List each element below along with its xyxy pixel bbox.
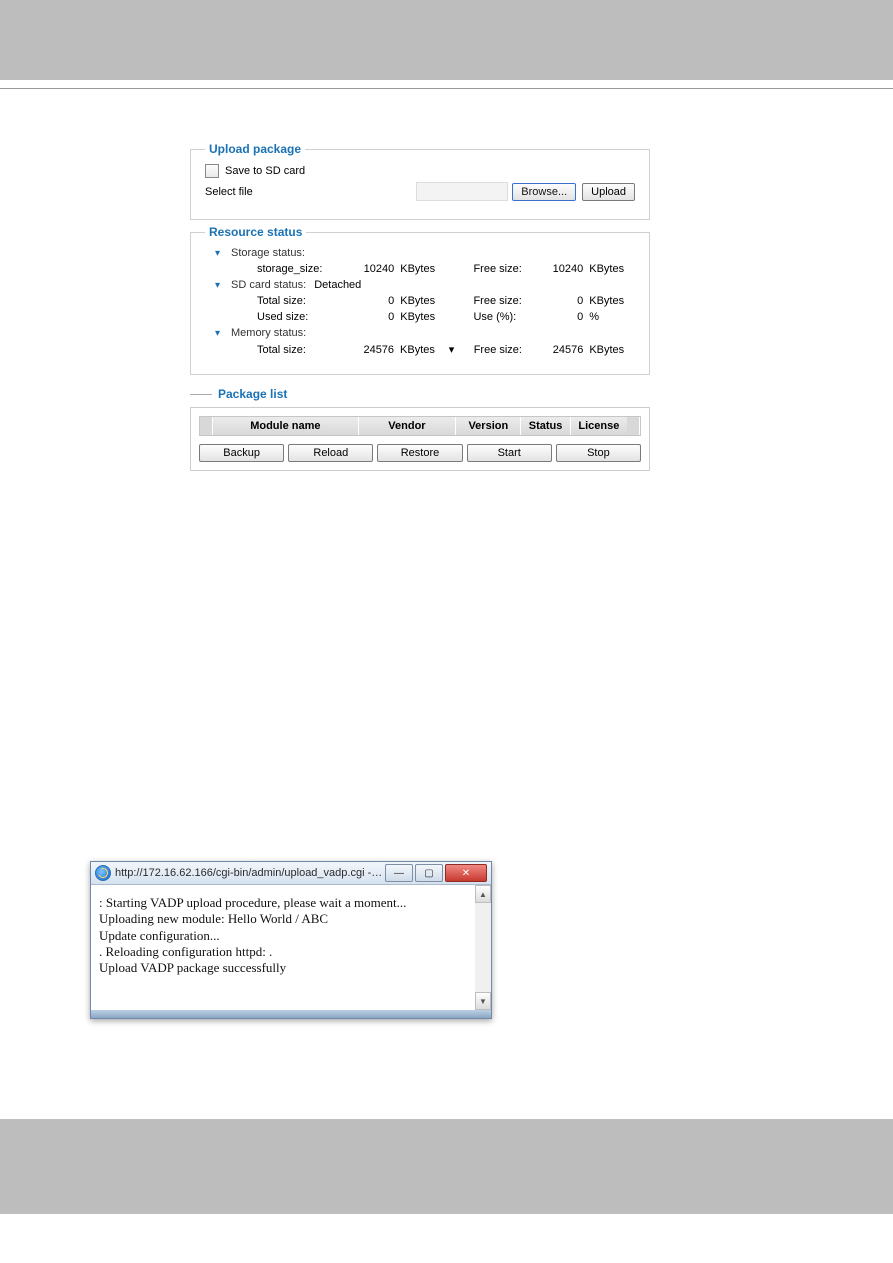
chevron-down-icon: ▾ <box>215 280 227 291</box>
divider <box>0 88 893 89</box>
package-buttons-row: Backup Reload Restore Start Stop <box>199 444 641 462</box>
reload-button[interactable]: Reload <box>288 444 373 462</box>
package-list-legend-row: Package list <box>190 387 650 401</box>
start-button[interactable]: Start <box>467 444 552 462</box>
popup-scrollbar[interactable]: ▲ ▼ <box>475 885 491 1010</box>
memory-status-header[interactable]: ▾ Memory status: <box>205 327 635 339</box>
storage-free-unit: KBytes <box>583 263 635 275</box>
resource-status-fieldset: Resource status ▾ Storage status: storag… <box>190 232 650 375</box>
ie-icon <box>95 865 111 881</box>
storage-size-unit: KBytes <box>394 263 446 275</box>
sd-status-value: Detached <box>314 279 361 291</box>
main-panel: Upload package Save to SD card Select fi… <box>190 149 650 471</box>
chevron-down-icon: ▾ <box>215 248 227 259</box>
upload-result-popup: http://172.16.62.166/cgi-bin/admin/uploa… <box>90 861 492 1019</box>
memory-status-label: Memory status: <box>231 327 306 339</box>
page-footer-bar <box>0 1119 893 1214</box>
mem-free-unit: KBytes <box>583 344 635 356</box>
scroll-down-icon[interactable]: ▼ <box>475 992 491 1010</box>
mem-free-label: Free size: <box>474 344 547 356</box>
sd-used-label: Used size: <box>257 311 358 323</box>
memory-total-row: Total size: 24576 KBytes ▾ Free size: 24… <box>205 343 635 356</box>
sd-usepct-unit: % <box>583 311 635 323</box>
sd-used-value: 0 <box>358 311 395 323</box>
popup-title: http://172.16.62.166/cgi-bin/admin/uploa… <box>115 867 385 879</box>
save-to-sd-checkbox[interactable] <box>205 164 219 178</box>
popup-titlebar[interactable]: http://172.16.62.166/cgi-bin/admin/uploa… <box>91 862 491 885</box>
popup-body: : Starting VADP upload procedure, please… <box>91 885 491 1010</box>
save-to-sd-row: Save to SD card <box>205 164 635 178</box>
table-tail <box>627 417 640 435</box>
sd-total-row: Total size: 0 KBytes Free size: 0 KBytes <box>205 295 635 307</box>
popup-status-bar <box>91 1010 491 1018</box>
package-list-legend: Package list <box>212 387 293 401</box>
mem-total-value: 24576 <box>358 344 395 356</box>
backup-button[interactable]: Backup <box>199 444 284 462</box>
storage-size-row: storage_size: 10240 KBytes Free size: 10… <box>205 263 635 275</box>
page-header-bar <box>0 0 893 80</box>
sd-usepct-value: 0 <box>547 311 584 323</box>
sd-free-value: 0 <box>547 295 584 307</box>
mem-total-label: Total size: <box>257 344 358 356</box>
maximize-button[interactable]: ▢ <box>415 864 443 882</box>
select-file-label: Select file <box>205 186 253 198</box>
table-row-selector[interactable] <box>200 417 213 435</box>
storage-size-label: storage_size: <box>257 263 358 275</box>
mem-free-value: 24576 <box>547 344 584 356</box>
restore-button[interactable]: Restore <box>377 444 462 462</box>
storage-size-value: 10240 <box>358 263 395 275</box>
storage-free-value: 10240 <box>547 263 584 275</box>
upload-package-fieldset: Upload package Save to SD card Select fi… <box>190 149 650 220</box>
popup-line: Upload VADP package successfully <box>99 960 469 976</box>
sd-used-row: Used size: 0 KBytes Use (%): 0 % <box>205 311 635 323</box>
sd-used-unit: KBytes <box>394 311 446 323</box>
sd-total-value: 0 <box>358 295 395 307</box>
package-table-header: Module name Vendor Version Status Licens… <box>199 416 641 436</box>
col-module-name[interactable]: Module name <box>213 417 359 435</box>
col-version[interactable]: Version <box>456 417 521 435</box>
sd-free-unit: KBytes <box>583 295 635 307</box>
chevron-down-icon: ▾ <box>215 328 227 339</box>
sd-status-label: SD card status: <box>231 279 306 291</box>
upload-result-popup-area: http://172.16.62.166/cgi-bin/admin/uploa… <box>90 861 490 1019</box>
resource-status-legend: Resource status <box>205 225 306 239</box>
mem-total-unit: KBytes <box>394 344 446 356</box>
col-license[interactable]: License <box>571 417 627 435</box>
close-button[interactable]: ✕ <box>445 864 487 882</box>
sd-status-header[interactable]: ▾ SD card status: Detached <box>205 279 635 291</box>
upload-button[interactable]: Upload <box>582 183 635 201</box>
save-to-sd-label: Save to SD card <box>225 165 305 177</box>
storage-status-header[interactable]: ▾ Storage status: <box>205 247 635 259</box>
stop-button[interactable]: Stop <box>556 444 641 462</box>
caret-icon: ▾ <box>449 343 455 356</box>
upload-package-legend: Upload package <box>205 142 305 156</box>
file-path-input[interactable] <box>416 182 508 201</box>
popup-line: Uploading new module: Hello World / ABC <box>99 911 469 927</box>
popup-line: . Reloading configuration httpd: . <box>99 944 469 960</box>
minimize-button[interactable]: — <box>385 864 413 882</box>
browse-button[interactable]: Browse... <box>512 183 576 201</box>
package-list-fieldset: Module name Vendor Version Status Licens… <box>190 407 650 471</box>
popup-line: : Starting VADP upload procedure, please… <box>99 895 469 911</box>
sd-total-unit: KBytes <box>394 295 446 307</box>
sd-total-label: Total size: <box>257 295 358 307</box>
select-file-row: Select file Browse... Upload <box>205 182 635 201</box>
col-status[interactable]: Status <box>521 417 570 435</box>
popup-line: Update configuration... <box>99 928 469 944</box>
col-vendor[interactable]: Vendor <box>359 417 456 435</box>
sd-usepct-label: Use (%): <box>473 311 546 323</box>
storage-status-label: Storage status: <box>231 247 305 259</box>
storage-free-label: Free size: <box>473 263 546 275</box>
sd-free-label: Free size: <box>473 295 546 307</box>
